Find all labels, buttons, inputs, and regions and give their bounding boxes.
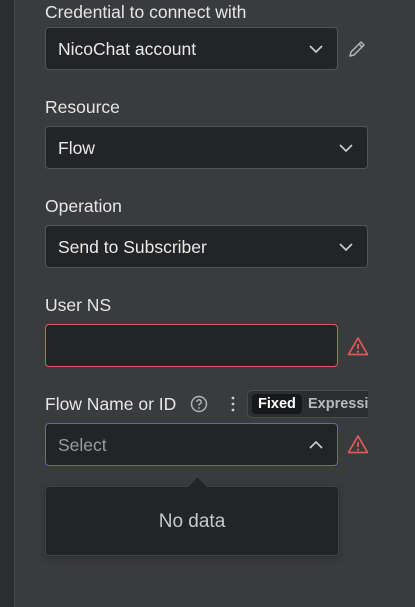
flow-select[interactable]: Select [45, 423, 338, 466]
operation-select[interactable]: Send to Subscriber [45, 225, 368, 268]
edit-credential-pencil-icon[interactable] [347, 39, 367, 59]
operation-value: Send to Subscriber [58, 237, 207, 257]
operation-label: Operation [45, 196, 122, 216]
user-ns-input[interactable] [45, 324, 338, 367]
chevron-down-icon [339, 243, 353, 252]
mode-fixed-option[interactable]: Fixed [252, 394, 302, 414]
user-ns-label: User NS [45, 295, 112, 315]
warning-triangle-icon [347, 435, 369, 454]
warning-triangle-icon [347, 337, 369, 356]
resource-label: Resource [45, 97, 120, 117]
question-circle-icon[interactable] [190, 395, 208, 413]
empty-state-text: No data [158, 511, 226, 532]
credential-value: NicoChat account [58, 39, 197, 59]
mode-expression-option[interactable]: Expressi [308, 394, 368, 414]
flow-label: Flow Name or ID [45, 394, 177, 414]
fixed-expression-toggle: Fixed Expressi [247, 390, 368, 418]
resource-value: Flow [58, 138, 95, 158]
credential-select[interactable]: NicoChat account [45, 27, 338, 70]
credential-label: Credential to connect with [45, 2, 247, 22]
kebab-menu-icon[interactable] [226, 394, 240, 414]
flow-placeholder: Select [58, 435, 107, 455]
resource-select[interactable]: Flow [45, 126, 368, 169]
chevron-down-icon [339, 144, 353, 153]
chevron-up-icon [309, 440, 323, 449]
chevron-down-icon [309, 45, 323, 54]
flow-dropdown-menu: No data [45, 475, 339, 556]
